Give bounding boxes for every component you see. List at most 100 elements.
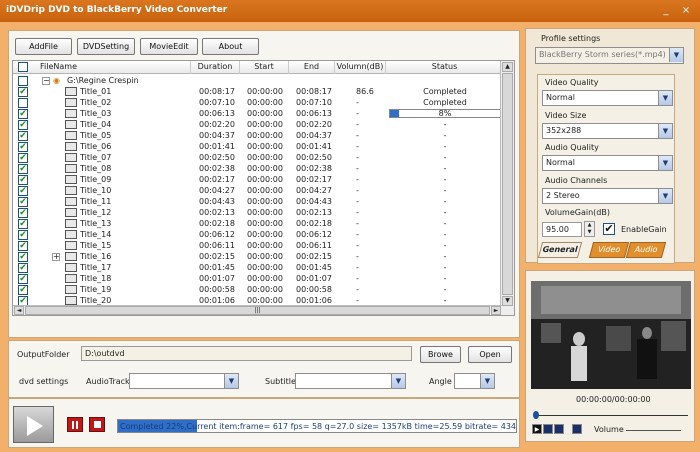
chevron-down-icon[interactable]: ▼ — [658, 91, 672, 105]
add-file-button[interactable]: AddFile — [15, 38, 72, 55]
row-checkbox[interactable]: ✔ — [18, 285, 28, 295]
audio-track-select[interactable]: ▼ — [129, 373, 239, 389]
pause-button[interactable] — [67, 417, 83, 432]
scroll-left-arrow-icon[interactable]: ◄ — [14, 306, 24, 315]
film-icon — [65, 197, 77, 206]
column-end[interactable]: End — [289, 61, 335, 74]
table-row[interactable]: ✔ Title_05 00:04:37 00:00:00 00:04:37 - - — [13, 130, 502, 141]
table-row[interactable]: ✔ Title_08 00:02:38 00:00:00 00:02:38 - - — [13, 163, 502, 174]
seek-handle[interactable] — [533, 411, 539, 419]
subtitle-select[interactable]: ▼ — [295, 373, 406, 389]
chevron-down-icon[interactable]: ▼ — [658, 189, 672, 203]
table-row[interactable]: ✔ Title_01 00:08:17 00:00:00 00:08:17 86.6 Com… — [13, 86, 502, 97]
root-checkbox[interactable] — [18, 76, 28, 86]
enable-gain-checkbox[interactable]: ✔ — [603, 223, 615, 235]
row-checkbox[interactable]: ✔ — [18, 208, 28, 218]
horizontal-scroll-thumb[interactable]: ||| — [25, 306, 490, 315]
row-checkbox[interactable]: ✔ — [18, 186, 28, 196]
expand-icon[interactable]: + — [52, 253, 60, 261]
snapshot-icon[interactable] — [572, 424, 582, 434]
column-filename[interactable]: FileName — [33, 61, 191, 74]
row-checkbox[interactable] — [18, 98, 28, 108]
tab-audio[interactable]: Audio — [625, 242, 667, 258]
chevron-down-icon[interactable]: ▼ — [224, 374, 238, 388]
table-row[interactable]: ✔ Title_09 00:02:17 00:00:00 00:02:17 - - — [13, 174, 502, 185]
table-row[interactable]: ✔ Title_10 00:04:27 00:00:00 00:04:27 - - — [13, 185, 502, 196]
browse-button[interactable]: Browe — [420, 346, 461, 363]
movie-edit-button[interactable]: MovieEdit — [140, 38, 198, 55]
video-size-select[interactable]: 352x288 ▼ — [542, 123, 673, 139]
audio-channels-select[interactable]: 2 Stereo ▼ — [542, 188, 673, 204]
chevron-down-icon[interactable]: ▼ — [658, 156, 672, 170]
scroll-thumb[interactable] — [502, 73, 513, 295]
audio-quality-select[interactable]: Normal ▼ — [542, 155, 673, 171]
row-checkbox[interactable]: ✔ — [18, 120, 28, 130]
table-row[interactable]: Title_02 00:07:10 00:00:00 00:07:10 - Complet… — [13, 97, 502, 108]
scroll-up-arrow-icon[interactable]: ▲ — [502, 62, 513, 72]
row-checkbox[interactable]: ✔ — [18, 153, 28, 163]
collapse-icon[interactable]: − — [42, 77, 50, 85]
dvd-setting-button[interactable]: DVDSetting — [77, 38, 135, 55]
start-button[interactable] — [13, 406, 54, 443]
column-duration[interactable]: Duration — [191, 61, 240, 74]
chevron-down-icon[interactable]: ▼ — [669, 48, 683, 62]
row-checkbox[interactable]: ✔ — [18, 219, 28, 229]
row-checkbox[interactable]: ✔ — [18, 164, 28, 174]
table-row[interactable]: ✔ + Title_16 00:02:15 00:00:00 00:02:15 - - — [13, 251, 502, 262]
column-start[interactable]: Start — [240, 61, 289, 74]
pause-icon[interactable] — [543, 424, 553, 434]
row-checkbox[interactable]: ✔ — [18, 131, 28, 141]
table-row[interactable]: ✔ Title_19 00:00:58 00:00:00 00:00:58 - - — [13, 284, 502, 295]
close-button[interactable]: × — [678, 3, 694, 18]
row-checkbox[interactable]: ✔ — [18, 109, 28, 119]
volume-slider[interactable] — [626, 430, 681, 431]
horizontal-scrollbar[interactable]: ◄ ||| ► — [13, 305, 502, 315]
volume-gain-spinner[interactable]: ▲ ▼ — [584, 221, 595, 237]
about-button[interactable]: About — [202, 38, 259, 55]
tab-video[interactable]: Video — [588, 242, 630, 258]
minimize-button[interactable]: _ — [658, 3, 674, 18]
volume-gain-input[interactable]: 95.00 — [542, 222, 582, 237]
seek-bar[interactable] — [534, 415, 688, 416]
status-cell: - — [443, 186, 447, 195]
table-row[interactable]: ✔ Title_07 00:02:50 00:00:00 00:02:50 - - — [13, 152, 502, 163]
table-row[interactable]: ✔ Title_17 00:01:45 00:00:00 00:01:45 - - — [13, 262, 502, 273]
scroll-right-arrow-icon[interactable]: ► — [491, 306, 501, 315]
video-quality-select[interactable]: Normal ▼ — [542, 90, 673, 106]
stop-button[interactable] — [89, 417, 105, 432]
vertical-scrollbar[interactable]: ▲ ▼ — [500, 61, 514, 315]
row-checkbox[interactable]: ✔ — [18, 87, 28, 97]
angle-select[interactable]: ▼ — [454, 373, 495, 389]
table-row[interactable]: ✔ Title_14 00:06:12 00:00:00 00:06:12 - - — [13, 229, 502, 240]
row-checkbox[interactable]: ✔ — [18, 274, 28, 284]
chevron-down-icon[interactable]: ▼ — [391, 374, 405, 388]
table-row[interactable]: ✔ Title_04 00:02:20 00:00:00 00:02:20 - - — [13, 119, 502, 130]
table-row[interactable]: ✔ Title_13 00:02:18 00:00:00 00:02:18 - - — [13, 218, 502, 229]
play-icon[interactable]: ▶ — [532, 424, 542, 434]
tab-general[interactable]: General — [537, 242, 583, 258]
row-checkbox[interactable]: ✔ — [18, 263, 28, 273]
profile-select[interactable]: BlackBerry Storm series(*.mp4) ▼ — [535, 47, 684, 64]
chevron-down-icon[interactable]: ▼ — [658, 124, 672, 138]
row-checkbox[interactable]: ✔ — [18, 252, 28, 262]
select-all-checkbox[interactable] — [18, 62, 28, 72]
table-row[interactable]: ✔ Title_06 00:01:41 00:00:00 00:01:41 - - — [13, 141, 502, 152]
row-checkbox[interactable]: ✔ — [18, 241, 28, 251]
root-folder-row[interactable]: − ◉ G:\Regine Crespin — [13, 75, 502, 86]
scroll-down-arrow-icon[interactable]: ▼ — [502, 296, 513, 306]
column-status[interactable]: Status — [386, 61, 504, 74]
row-checkbox[interactable]: ✔ — [18, 197, 28, 207]
row-checkbox[interactable]: ✔ — [18, 230, 28, 240]
stop-icon[interactable] — [554, 424, 564, 434]
row-checkbox[interactable]: ✔ — [18, 175, 28, 185]
table-row[interactable]: ✔ Title_18 00:01:07 00:00:00 00:01:07 - - — [13, 273, 502, 284]
output-folder-field[interactable]: D:\outdvd — [81, 346, 412, 361]
table-row[interactable]: ✔ Title_03 00:06:13 00:00:00 00:06:13 - 8% — [13, 108, 502, 119]
row-checkbox[interactable]: ✔ — [18, 142, 28, 152]
column-volume[interactable]: Volumn(dB) — [335, 61, 386, 74]
chevron-down-icon[interactable]: ▼ — [480, 374, 494, 388]
table-row[interactable]: ✔ Title_12 00:02:13 00:00:00 00:02:13 - - — [13, 207, 502, 218]
table-row[interactable]: ✔ Title_11 00:04:43 00:00:00 00:04:43 - - — [13, 196, 502, 207]
table-row[interactable]: ✔ Title_15 00:06:11 00:00:00 00:06:11 - - — [13, 240, 502, 251]
open-button[interactable]: Open — [468, 346, 512, 363]
